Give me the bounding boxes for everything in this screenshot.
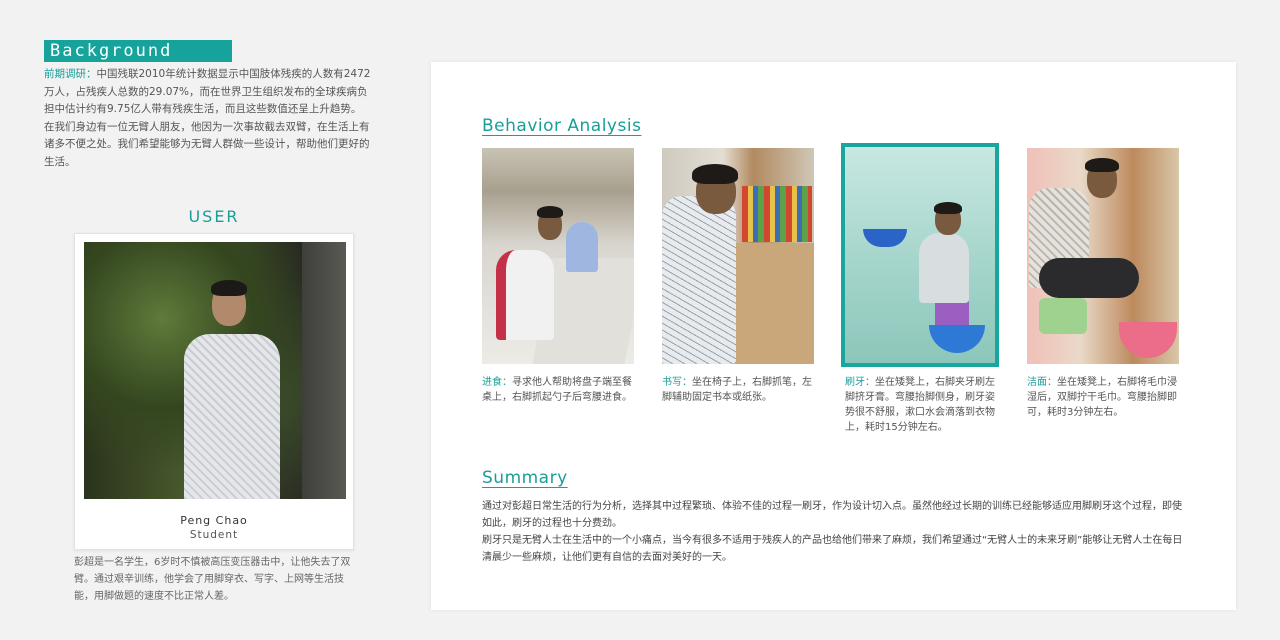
behavior-photo-brushing	[841, 143, 999, 367]
photo-basin	[929, 325, 985, 353]
user-title: USER	[188, 207, 240, 226]
photo-person-hair	[211, 280, 247, 296]
photo-person-shirt	[919, 233, 969, 303]
photo-person-legs	[1039, 258, 1139, 298]
user-card: Peng Chao Student	[74, 233, 354, 550]
content-panel: Behavior Analysis 进食：寻求他人帮助将盘子端至餐桌上，右脚抓起…	[431, 62, 1236, 610]
caption-label: 进食：	[482, 377, 512, 388]
photo-books	[742, 186, 812, 242]
photo-person-shirt	[662, 196, 736, 364]
photo-stool	[1039, 298, 1087, 334]
behavior-caption-writing: 书写：坐在椅子上，右脚抓笔，左脚辅助固定书本或纸张。	[662, 375, 814, 405]
photo-person-hair	[692, 164, 738, 184]
user-role: Student	[189, 529, 239, 541]
summary-text: 通过对彭超日常生活的行为分析，选择其中过程繁琐、体验不佳的过程一刷牙，作为设计切…	[482, 498, 1187, 566]
photo-person-shirt	[184, 334, 280, 499]
photo-person-shirt	[496, 250, 554, 340]
user-description: 彭超是一名学生，6岁时不慎被高压变压器击中，让他失去了双臂。通过艰辛训练，他学会…	[74, 557, 351, 602]
caption-label: 书写：	[662, 377, 692, 388]
photo-person-hair	[537, 206, 563, 218]
behavior-caption-eating: 进食：寻求他人帮助将盘子端至餐桌上，右脚抓起勺子后弯腰进食。	[482, 375, 634, 405]
research-label: 前期调研：	[44, 68, 97, 80]
photo-wall	[302, 242, 346, 499]
summary-title: Summary	[482, 468, 568, 488]
photo-desk	[732, 243, 814, 364]
background-text: 前期调研：中国残联2010年统计数据显示中国肢体残疾的人数有2472万人，占残疾…	[44, 66, 376, 171]
user-name: Peng Chao	[180, 514, 248, 527]
summary-para-1: 通过对彭超日常生活的行为分析，选择其中过程繁琐、体验不佳的过程一刷牙，作为设计切…	[482, 501, 1182, 529]
user-photo	[84, 242, 346, 499]
caption-label: 洁面：	[1027, 377, 1057, 388]
behavior-caption-brushing: 刷牙：坐在矮凳上，右脚夹牙刷左脚挤牙膏。弯腰抬脚侧身，刷牙姿势很不舒服，漱口水会…	[845, 375, 997, 435]
background-para-1: 前期调研：中国残联2010年统计数据显示中国肢体残疾的人数有2472万人，占残疾…	[44, 66, 376, 119]
caption-label: 刷牙：	[845, 377, 875, 388]
photo-basin	[1119, 322, 1177, 358]
behavior-caption-washing: 洁面：坐在矮凳上，右脚将毛巾浸湿后，双脚拧干毛巾。弯腰抬脚即可，耗时3分钟左右。	[1027, 375, 1179, 420]
behavior-photo-washing	[1027, 148, 1179, 364]
background-para-2: 在我们身边有一位无臂人朋友，他因为一次事故截去双臂，在生活上有诸多不便之处。我们…	[44, 120, 370, 168]
background-header: Background	[44, 40, 232, 62]
photo-person-hair	[1085, 158, 1119, 172]
photo-person-2	[566, 222, 598, 272]
photo-person-hair	[934, 202, 962, 214]
photo-basin-top	[863, 229, 907, 247]
behavior-photo-eating	[482, 148, 634, 364]
behavior-analysis-title: Behavior Analysis	[482, 116, 642, 136]
summary-para-2: 刷牙只是无臂人士在生活中的一个小痛点，当今有很多不适用于残疾人的产品也给他们带来…	[482, 535, 1183, 563]
behavior-photo-writing	[662, 148, 814, 364]
